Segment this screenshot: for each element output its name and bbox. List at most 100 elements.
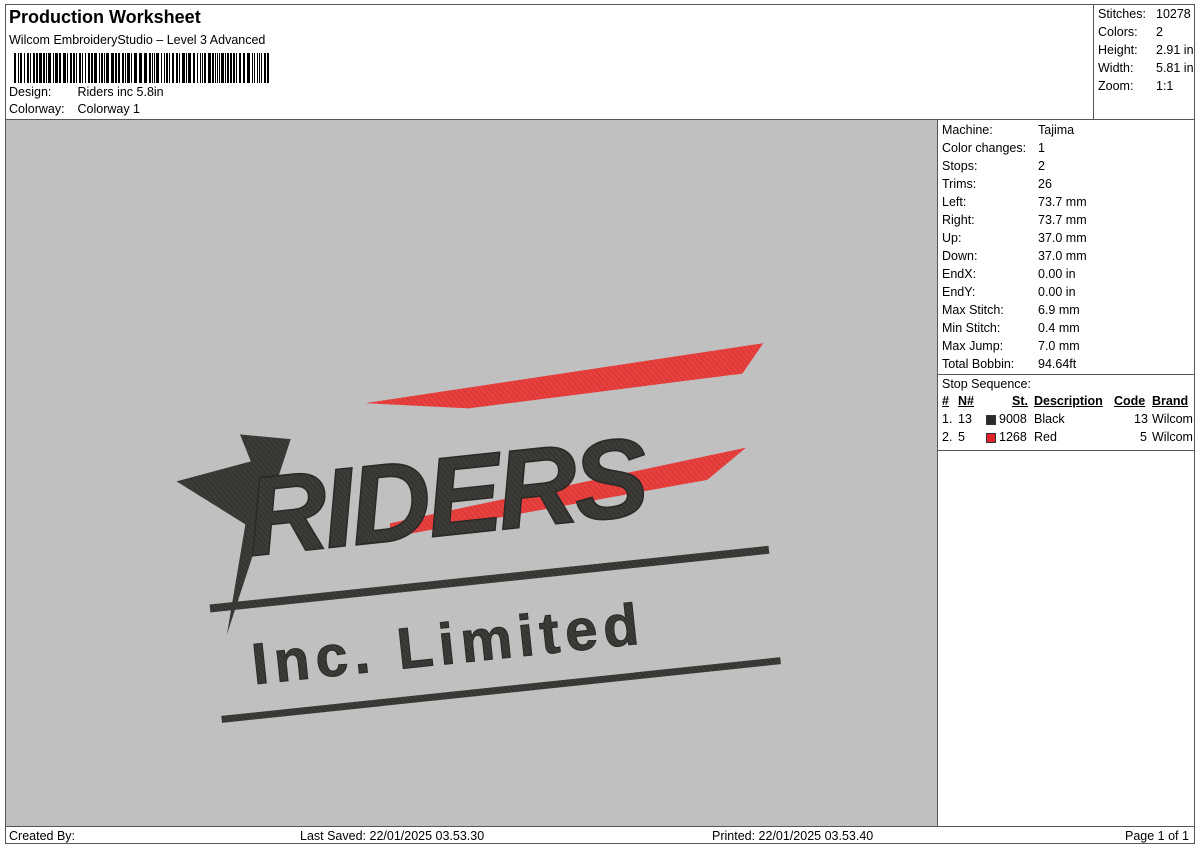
colorway-row: Colorway: Colorway 1 — [9, 102, 140, 116]
machine-row: Max Stitch: 6.9 mm — [942, 303, 1080, 317]
row-brand: Wilcom — [1152, 412, 1193, 426]
last-saved: Last Saved: 22/01/2025 03.53.30 — [300, 829, 485, 843]
row-stitches: 9008 — [999, 412, 1027, 426]
summary-row: Colors: 2 — [1098, 25, 1163, 39]
design-name-row: Design: Riders inc 5.8in — [9, 85, 164, 99]
riders-text: RIDERS — [240, 413, 653, 579]
machine-row: Total Bobbin: 94.64ft — [942, 357, 1076, 371]
page-number: Page 1 of 1 — [1125, 829, 1189, 843]
machine-row: Stops: 2 — [942, 159, 1045, 173]
summary-row: Height: 2.91 in — [1098, 43, 1194, 57]
machine-info-panel: Machine: Tajima Color changes: 1 Stops: 2 T… — [938, 120, 1194, 826]
machine-value: 37.0 mm — [1038, 231, 1087, 245]
summary-row: Stitches: 10278 — [1098, 7, 1191, 21]
machine-label: Total Bobbin: — [942, 357, 1015, 371]
machine-row: Down: 37.0 mm — [942, 249, 1087, 263]
design-value: Riders inc 5.8in — [77, 85, 164, 99]
color-swatch — [986, 415, 996, 425]
machine-row: Max Jump: 7.0 mm — [942, 339, 1080, 353]
col-description: Description — [1034, 394, 1103, 408]
machine-value: 26 — [1038, 177, 1052, 191]
summary-label: Height: — [1098, 43, 1138, 57]
row-brand: Wilcom — [1152, 430, 1193, 444]
row-needle: 5 — [958, 430, 965, 444]
color-swatch — [986, 433, 996, 443]
machine-label: Machine: — [942, 123, 993, 137]
row-code: 13 — [1134, 412, 1148, 426]
machine-value: 73.7 mm — [1038, 195, 1087, 209]
machine-label: Right: — [942, 213, 975, 227]
machine-value: 94.64ft — [1038, 357, 1077, 371]
table-row: 2. 5 1268 Red 5 Wilcom — [938, 430, 1194, 448]
row-description: Red — [1034, 430, 1057, 444]
col-stitches: St. — [1012, 394, 1028, 408]
design-summary: Stitches: 10278 Colors: 2 Height: 2.91 in W… — [1093, 5, 1195, 119]
col-code: Code — [1114, 394, 1146, 408]
machine-value: Tajima — [1038, 123, 1075, 137]
summary-value: 1:1 — [1156, 79, 1174, 93]
row-num: 2. — [942, 430, 953, 444]
printed-date: Printed: 22/01/2025 03.53.40 — [712, 829, 874, 843]
machine-row: EndX: 0.00 in — [942, 267, 1076, 281]
row-needle: 13 — [958, 412, 972, 426]
machine-value: 6.9 mm — [1038, 303, 1080, 317]
summary-row: Zoom: 1:1 — [1098, 79, 1173, 93]
production-worksheet: Production Worksheet Wilcom EmbroiderySt… — [5, 4, 1195, 844]
machine-value: 1 — [1038, 141, 1045, 155]
row-description: Black — [1034, 412, 1065, 426]
machine-row: Left: 73.7 mm — [942, 195, 1087, 209]
machine-label: EndX: — [942, 267, 977, 281]
machine-value: 37.0 mm — [1038, 249, 1087, 263]
design-preview: RIDERS Inc. Limited — [6, 120, 938, 826]
stop-sequence-title: Stop Sequence: — [942, 377, 1031, 391]
summary-value: 10278 — [1156, 7, 1191, 21]
summary-label: Colors: — [1098, 25, 1138, 39]
summary-value: 5.81 in — [1156, 61, 1194, 75]
red-banner-top — [365, 343, 764, 409]
summary-value: 2 — [1156, 25, 1163, 39]
summary-label: Width: — [1098, 61, 1134, 75]
table-row: 1. 13 9008 Black 13 Wilcom — [938, 412, 1194, 430]
panel-divider — [938, 374, 1194, 375]
machine-value: 0.00 in — [1038, 267, 1076, 281]
machine-row: Right: 73.7 mm — [942, 213, 1087, 227]
machine-row: EndY: 0.00 in — [942, 285, 1076, 299]
row-stitches: 1268 — [999, 430, 1027, 444]
machine-row: Color changes: 1 — [942, 141, 1045, 155]
machine-value: 7.0 mm — [1038, 339, 1080, 353]
stop-table-divider — [938, 450, 1194, 451]
machine-value: 0.00 in — [1038, 285, 1076, 299]
embroidery-design: RIDERS Inc. Limited — [176, 343, 781, 723]
created-by: Created By: — [9, 829, 76, 843]
software-name: Wilcom EmbroideryStudio – Level 3 Advanc… — [9, 33, 266, 47]
col-num: # — [942, 394, 949, 408]
machine-label: Max Jump: — [942, 339, 1004, 353]
machine-label: Max Stitch: — [942, 303, 1004, 317]
colorway-value: Colorway 1 — [77, 102, 141, 116]
machine-row: Machine: Tajima — [942, 123, 1074, 137]
col-needle: N# — [958, 394, 974, 408]
barcode — [14, 53, 269, 83]
worksheet-footer: Created By: Last Saved: 22/01/2025 03.53… — [6, 826, 1194, 845]
machine-label: Color changes: — [942, 141, 1027, 155]
machine-label: Up: — [942, 231, 962, 245]
machine-label: Trims: — [942, 177, 977, 191]
machine-label: Stops: — [942, 159, 978, 173]
machine-row: Min Stitch: 0.4 mm — [942, 321, 1080, 335]
machine-label: EndY: — [942, 285, 976, 299]
summary-value: 2.91 in — [1156, 43, 1194, 57]
colorway-label: Colorway: — [9, 102, 65, 116]
worksheet-header: Production Worksheet Wilcom EmbroiderySt… — [6, 5, 1094, 119]
worksheet-title: Production Worksheet — [9, 7, 201, 27]
row-num: 1. — [942, 412, 953, 426]
machine-value: 0.4 mm — [1038, 321, 1080, 335]
stop-table-header: # N# St. Description Code Brand — [938, 394, 1194, 412]
summary-label: Stitches: — [1098, 7, 1146, 21]
machine-label: Min Stitch: — [942, 321, 1001, 335]
summary-label: Zoom: — [1098, 79, 1134, 93]
machine-value: 73.7 mm — [1038, 213, 1087, 227]
col-brand: Brand — [1152, 394, 1189, 408]
summary-row: Width: 5.81 in — [1098, 61, 1194, 75]
machine-label: Down: — [942, 249, 978, 263]
design-label: Design: — [9, 85, 52, 99]
